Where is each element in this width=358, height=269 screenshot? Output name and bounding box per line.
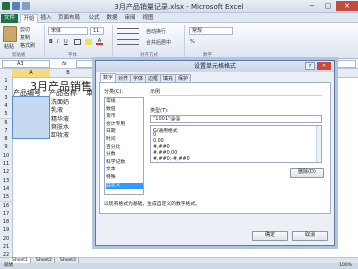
category-item[interactable]: 时间 — [106, 137, 143, 143]
category-item[interactable]: 数值 — [106, 107, 143, 113]
format-item[interactable]: #,##0;-#,##0 — [153, 157, 190, 162]
cancel-button[interactable]: 取消 — [292, 231, 328, 241]
type-input[interactable]: "1001"@@ — [150, 115, 322, 123]
category-item[interactable]: 日期 — [106, 129, 143, 135]
ribbon-tabs: 文件 开始 插入 页面布局 公式 数据 审阅 视图 — [0, 13, 358, 24]
category-list[interactable]: 常规数值 货币会计专用 日期时间百分比 分数科学记数 文本特殊 自定义 — [104, 97, 144, 195]
status-bar: 就绪 100% — [0, 263, 358, 269]
category-item[interactable]: 百分比 — [106, 145, 143, 151]
ribbon-separator — [112, 25, 113, 57]
category-item[interactable]: 自定义 — [106, 182, 143, 189]
group-alignment-label: 对齐方式 — [140, 53, 158, 58]
font-name-select[interactable]: 宋体 — [48, 27, 88, 35]
paste-icon[interactable] — [3, 26, 17, 42]
tab-page-layout[interactable]: 页面布局 — [56, 14, 82, 23]
format-item[interactable]: #,##0.00 — [153, 151, 177, 156]
category-item[interactable]: 货币 — [106, 114, 143, 120]
align-top-icon[interactable] — [117, 28, 139, 34]
status-ready: 就绪 — [4, 263, 13, 268]
name-box[interactable]: A3 — [2, 60, 50, 68]
copy-button[interactable]: 复制 — [20, 34, 30, 41]
selected-range[interactable] — [12, 96, 50, 139]
format-painter-button[interactable]: 格式刷 — [20, 42, 35, 49]
format-cells-dialog: 设置单元格格式 ? ✕ 数字 对齐 字体 边框 填充 保护 分类(C): 常规数… — [95, 60, 335, 246]
format-list[interactable]: G/通用格式 0 0.00 #,##0 #,##0.00 #,##0;-#,##0 — [150, 125, 322, 163]
percent-button[interactable]: % — [190, 39, 195, 45]
underline-button[interactable]: U — [64, 39, 68, 45]
tab-file[interactable]: 文件 — [1, 14, 18, 23]
minimize-button[interactable]: − — [304, 1, 320, 11]
sample-label: 示例 — [150, 89, 161, 95]
category-item[interactable]: 文本 — [106, 167, 143, 173]
dialog-note: 以现有格式为基础，生成自定义的数字格式。 — [104, 202, 200, 207]
fx-button[interactable]: fx — [62, 60, 74, 68]
category-item[interactable]: 分数 — [106, 152, 143, 158]
dialog-close-button[interactable]: ✕ — [317, 62, 331, 70]
format-item[interactable]: #,##0 — [153, 145, 170, 150]
ok-button[interactable]: 确定 — [252, 231, 288, 241]
dialog-help-button[interactable]: ? — [305, 62, 315, 70]
header-cell[interactable]: 产品编号 — [13, 88, 41, 98]
group-number-label: 数字 — [203, 53, 212, 58]
tab-insert[interactable]: 插入 — [38, 14, 54, 23]
tab-review[interactable]: 审阅 — [122, 14, 138, 23]
format-item[interactable]: 0 — [153, 133, 156, 138]
tab-data[interactable]: 数据 — [104, 14, 120, 23]
merge-center-button[interactable]: 合并后居中 — [146, 39, 171, 46]
dialog-body: 分类(C): 常规数值 货币会计专用 日期时间百分比 分数科学记数 文本特殊 自定义 示例… — [99, 82, 331, 214]
paste-button[interactable]: 粘贴 — [4, 43, 14, 50]
bold-button[interactable]: B — [49, 39, 53, 45]
cut-button[interactable]: 剪切 — [20, 26, 30, 33]
category-item[interactable]: 科学记数 — [106, 160, 143, 166]
category-item[interactable]: 常规 — [106, 99, 143, 105]
borders-icon[interactable] — [74, 39, 81, 45]
fill-color-icon[interactable] — [85, 39, 92, 45]
zoom-level[interactable]: 100% — [339, 263, 352, 269]
column-header[interactable]: B — [50, 69, 87, 78]
restore-button[interactable]: ▢ — [320, 1, 336, 11]
format-item[interactable]: 0.00 — [153, 139, 164, 144]
category-item[interactable]: 特殊 — [106, 175, 143, 181]
tab-view[interactable]: 视图 — [140, 14, 156, 23]
category-label: 分类(C): — [104, 89, 124, 95]
tab-formulas[interactable]: 公式 — [86, 14, 102, 23]
group-clipboard-label: 剪贴板 — [12, 53, 26, 58]
ribbon: 粘贴 剪切 复制 格式刷 剪贴板 宋体 11 B I U A 字体 自动换行 合… — [0, 23, 358, 59]
font-size-select[interactable]: 11 — [90, 27, 104, 35]
product-cell[interactable]: 乳液 — [51, 105, 63, 114]
italic-button[interactable]: I — [57, 39, 58, 45]
type-label: 类型(T): — [150, 108, 169, 114]
align-left-icon[interactable] — [117, 39, 139, 45]
wrap-text-button[interactable]: 自动换行 — [146, 28, 166, 35]
number-format-select[interactable]: 常规 — [189, 27, 233, 35]
font-color-icon[interactable]: A — [96, 39, 103, 45]
ribbon-separator — [44, 25, 45, 57]
close-button[interactable]: ✕ — [336, 1, 358, 11]
category-item[interactable]: 会计专用 — [106, 122, 143, 128]
product-cell[interactable]: 卸妆液 — [51, 130, 69, 139]
delete-format-button[interactable]: 删除(D) — [290, 168, 324, 178]
group-font-label: 字体 — [68, 53, 77, 58]
title-bar: 3月产品销量记录.xlsx - Microsoft Excel − ▢ ✕ — [0, 0, 358, 13]
sample-preview — [150, 95, 322, 104]
ribbon-separator — [184, 25, 185, 57]
format-item[interactable]: G/通用格式 — [153, 127, 178, 134]
column-header[interactable]: A — [12, 69, 51, 78]
dialog-title: 设置单元格格式 — [96, 61, 334, 72]
format-list-scrollbar[interactable] — [316, 126, 321, 162]
